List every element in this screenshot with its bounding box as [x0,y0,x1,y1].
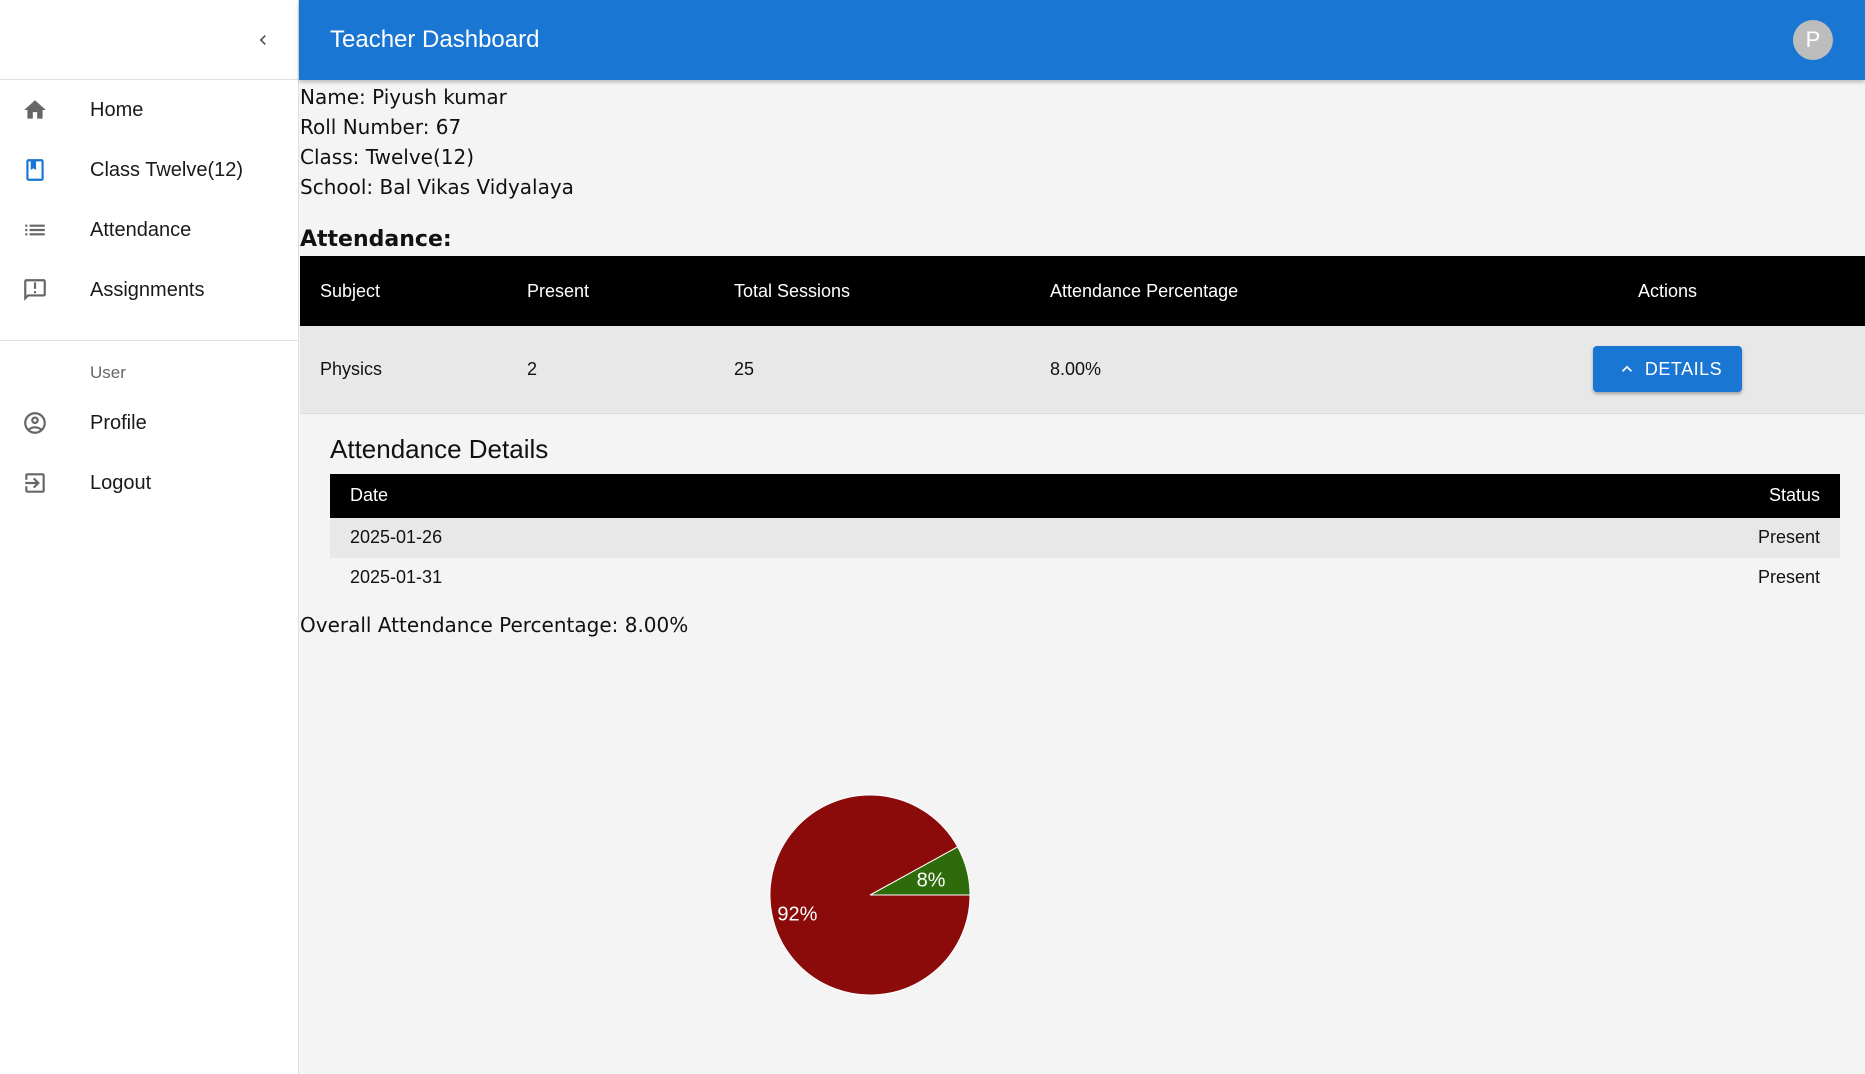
pie-chart-svg: 8% 92% [769,794,971,996]
sidebar-item-class[interactable]: Class Twelve(12) [0,140,298,200]
cell-actions: DETAILS [1470,326,1865,414]
collapse-sidebar-button[interactable] [250,27,276,53]
column-header: Date [330,473,1182,518]
avatar[interactable]: P [1793,20,1833,60]
pie-label: 8% [917,869,946,891]
chevron-up-icon [1621,365,1632,373]
logout-icon [22,470,48,496]
home-icon [22,97,48,123]
sidebar-item-label: Profile [90,411,147,434]
sidebar-header [0,0,298,80]
student-roll: Roll Number: 67 [300,115,462,139]
bookmark-book-icon [22,157,48,183]
account-circle-icon [22,410,48,436]
overall-attendance: Overall Attendance Percentage: 8.00% [300,612,689,637]
student-name: Name: Piyush kumar [300,85,507,109]
pie-slice-92pct [769,794,971,996]
column-header: Subject [300,256,507,326]
sidebar-item-label: Assignments [90,278,205,301]
chevron-left-icon [259,35,266,45]
attendance-table: Subject Present Total Sessions Attendanc… [300,256,1865,414]
cell-present: 2 [507,326,714,414]
attendance-heading: Attendance: [300,227,452,252]
main-nav: Home Class Twelve(12) Attendance Assignm… [0,80,298,320]
details-button[interactable]: DETAILS [1592,346,1743,393]
sidebar-item-label: Class Twelve(12) [90,158,244,181]
details-title: Attendance Details [330,433,549,464]
column-header: Present [507,256,714,326]
cell-status: Present [1757,567,1820,587]
cell-date: 2025-01-31 [350,567,443,587]
column-header: Status [1181,473,1840,518]
attendance-details-panel: Attendance Details Date Status 2025-01-2… [300,428,1865,598]
feedback-icon [22,277,48,303]
student-info: Name: Piyush kumar Roll Number: 67 Class… [300,82,1865,202]
sidebar: Home Class Twelve(12) Attendance Assignm… [0,0,299,1074]
column-header: Total Sessions [714,256,1030,326]
student-class: Class: Twelve(12) [300,145,475,169]
cell-percentage: 8.00% [1030,326,1470,414]
app-header: Teacher Dashboard P [299,0,1865,80]
sidebar-divider [0,340,298,341]
column-header: Attendance Percentage [1030,256,1470,326]
column-header: Actions [1470,256,1865,326]
attendance-details-table: Date Status 2025-01-26 Present 2025-01-3… [330,473,1840,598]
sidebar-item-label: Home [90,98,144,121]
details-button-label: DETAILS [1644,358,1723,379]
sidebar-section-label: User [90,363,126,382]
attendance-pie-chart: 8% 92% [685,715,1085,1015]
cell-date: 2025-01-26 [330,517,1182,558]
list-icon [22,217,48,243]
cell-total: 25 [714,326,1030,414]
sidebar-item-label: Attendance [90,218,192,241]
sidebar-item-assignments[interactable]: Assignments [0,260,298,320]
table-header-row: Subject Present Total Sessions Attendanc… [300,256,1865,326]
sidebar-item-logout[interactable]: Logout [0,453,298,513]
user-nav: Profile Logout [0,393,298,513]
page-title: Teacher Dashboard [330,26,540,53]
pie-label: 92% [777,904,817,926]
sidebar-item-profile[interactable]: Profile [0,393,298,453]
sidebar-item-home[interactable]: Home [0,80,298,140]
sidebar-item-attendance[interactable]: Attendance [0,200,298,260]
table-row: 2025-01-31 Present [330,558,1840,598]
table-row: Physics 2 25 8.00% DETAILS [300,326,1865,414]
table-header-row: Date Status [330,473,1840,518]
cell-subject: Physics [300,326,507,414]
table-row: 2025-01-26 Present [330,517,1840,558]
main-content: Name: Piyush kumar Roll Number: 67 Class… [300,80,1865,640]
student-school: School: Bal Vikas Vidyalaya [300,175,574,199]
sidebar-item-label: Logout [90,471,152,494]
cell-status: Present [1181,517,1840,558]
